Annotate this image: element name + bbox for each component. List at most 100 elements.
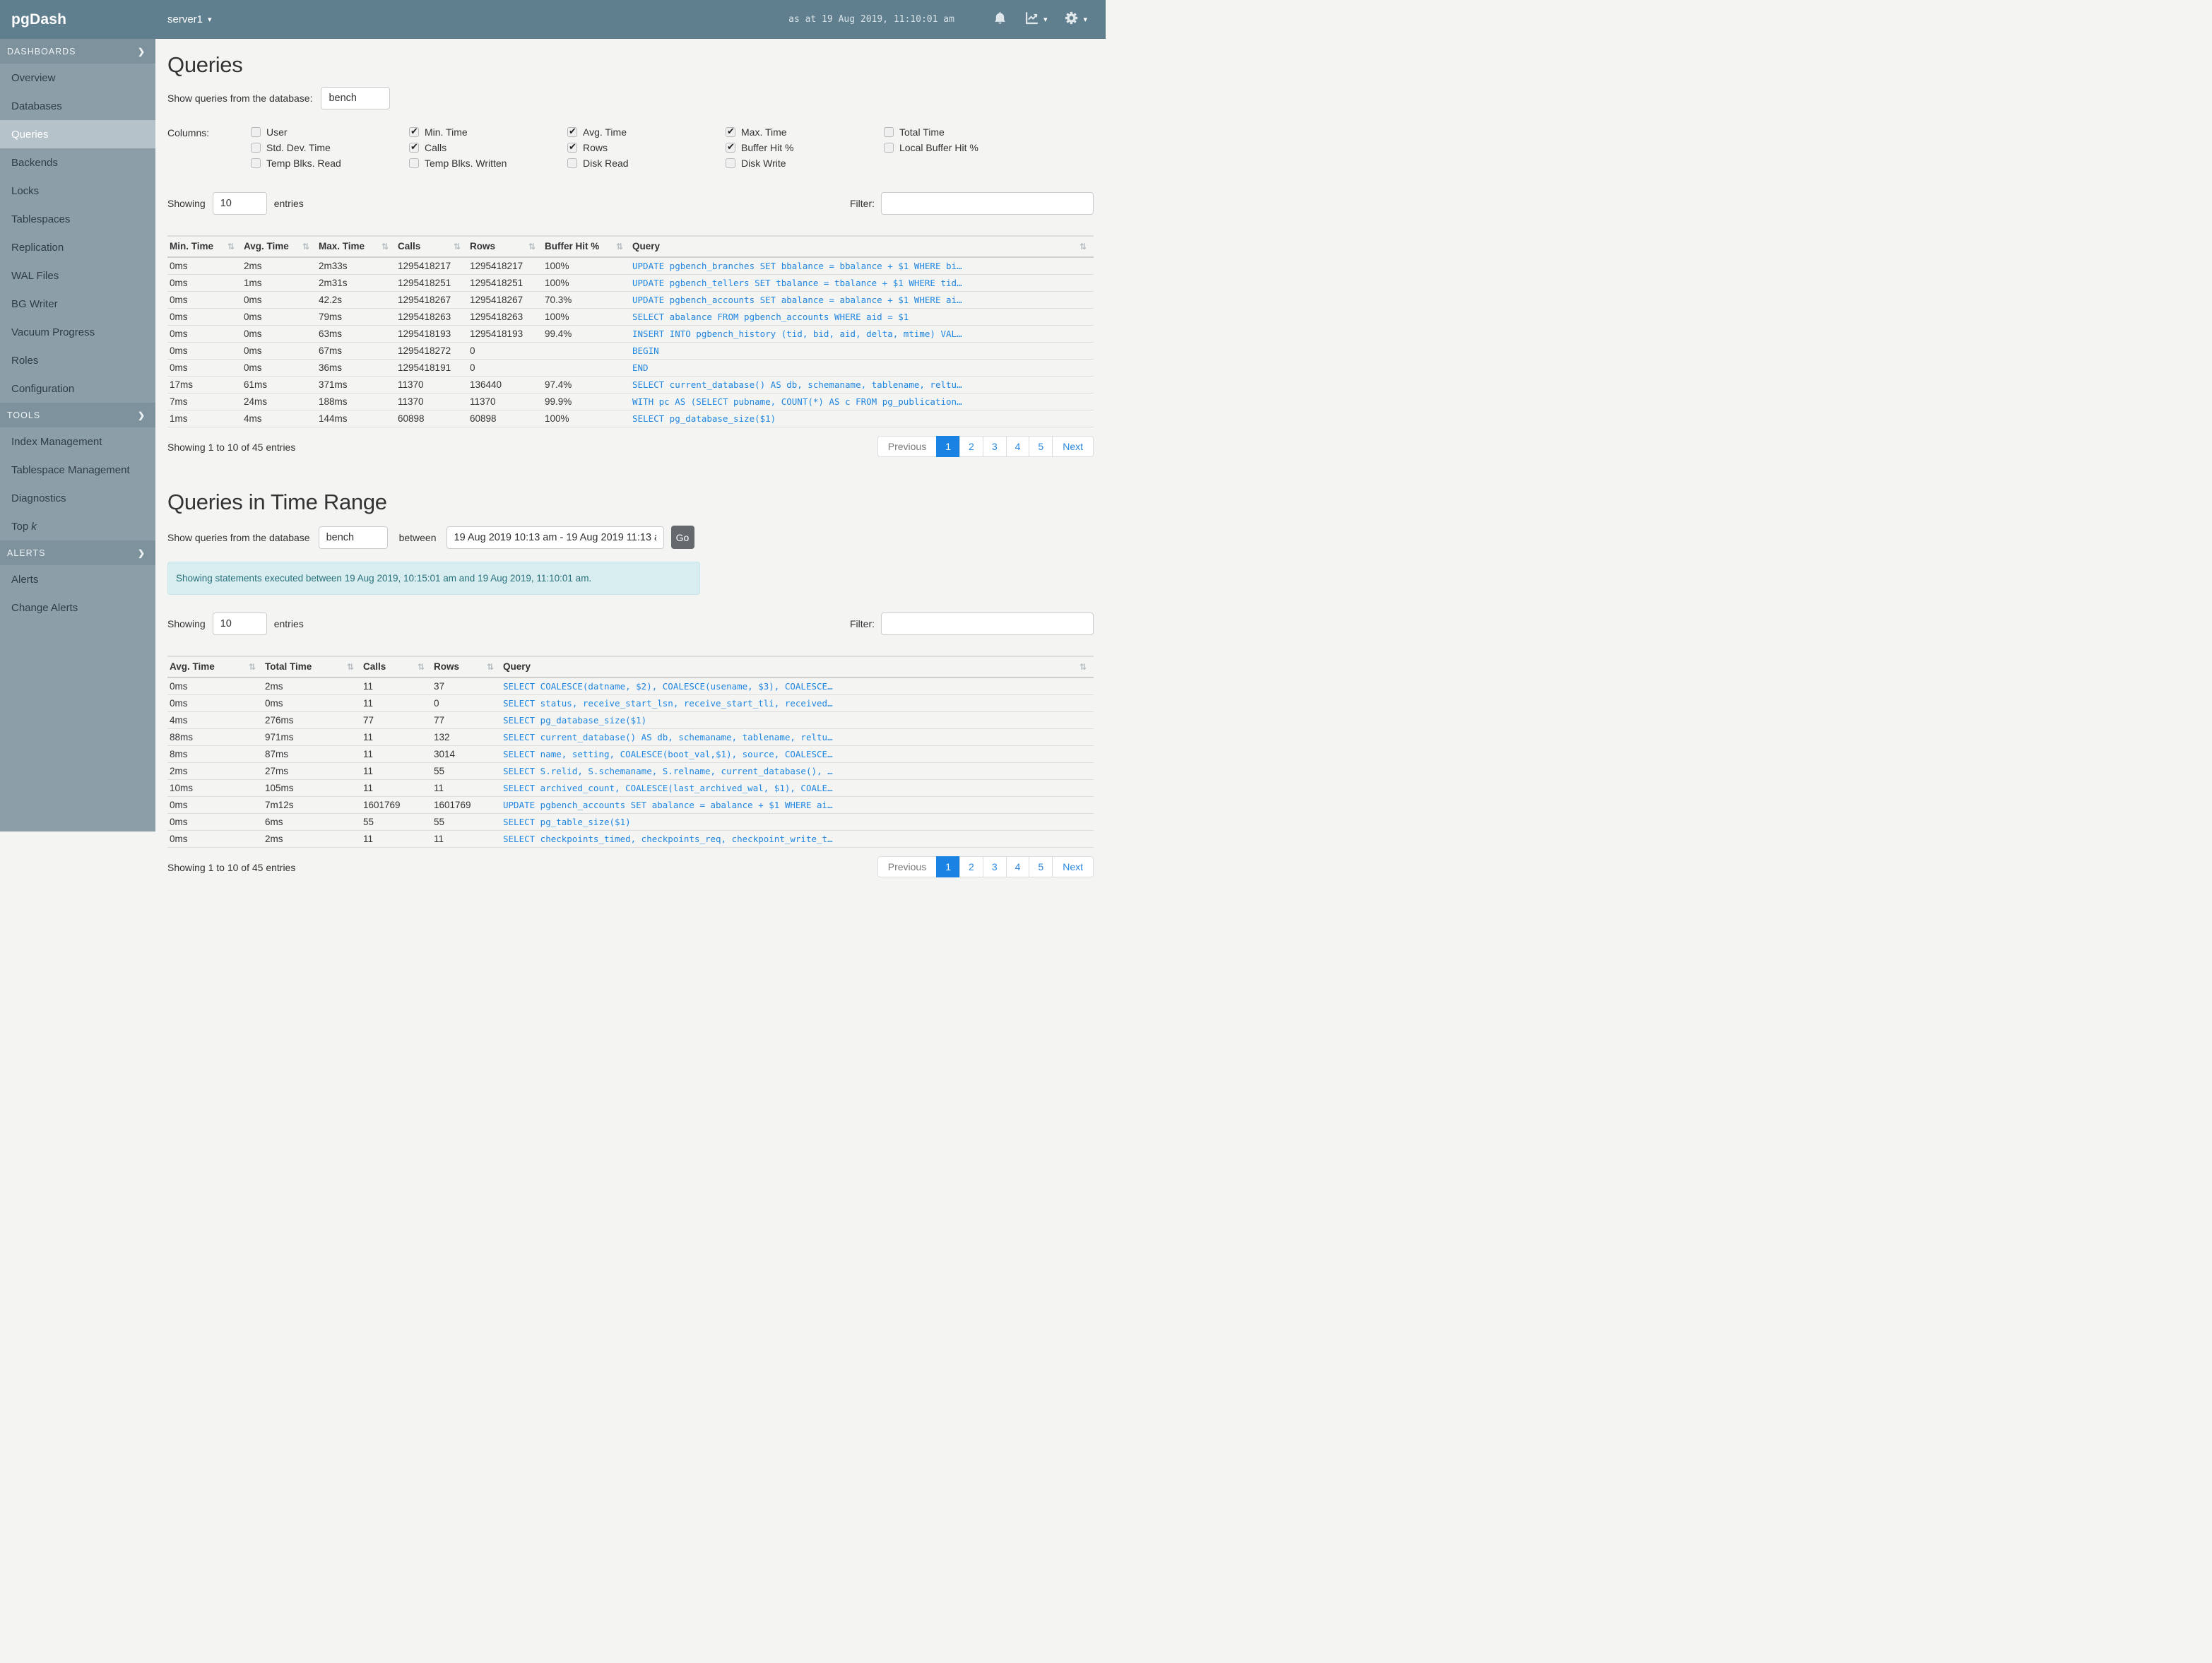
column-checkbox-total-time[interactable]: Total Time <box>884 126 1042 138</box>
filter-input[interactable] <box>881 192 1094 215</box>
checkbox-avg-time[interactable] <box>567 126 577 137</box>
query-link[interactable]: SELECT pg_database_size($1) <box>503 715 646 726</box>
sidebar-item-queries[interactable]: Queries <box>0 120 155 148</box>
query-link[interactable]: INSERT INTO pgbench_history (tid, bid, a… <box>632 329 962 339</box>
checkbox-local-buffer-hit[interactable] <box>884 142 894 153</box>
column-header-calls[interactable]: Calls ⇅ <box>361 656 432 678</box>
server-selector[interactable]: server1 ▾ <box>167 13 212 25</box>
sidebar-item-configuration[interactable]: Configuration <box>0 374 155 403</box>
query-link[interactable]: UPDATE pgbench_accounts SET abalance = a… <box>632 295 962 305</box>
sidebar-item-backends[interactable]: Backends <box>0 148 155 177</box>
column-checkbox-max-time[interactable]: Max. Time <box>726 126 884 138</box>
column-header-min-time[interactable]: Min. Time ⇅ <box>167 235 242 258</box>
query-link[interactable]: UPDATE pgbench_tellers SET tbalance = tb… <box>632 278 962 288</box>
checkbox-user[interactable] <box>251 126 261 137</box>
sidebar-item-databases[interactable]: Databases <box>0 92 155 120</box>
sidebar-item-vacuum-progress[interactable]: Vacuum Progress <box>0 318 155 346</box>
column-checkbox-temp-blks-read[interactable]: Temp Blks. Read <box>251 158 409 169</box>
app-logo[interactable]: pgDash <box>0 11 155 28</box>
sidebar-item-wal-files[interactable]: WAL Files <box>0 261 155 290</box>
pagination-page-2[interactable]: 2 <box>959 436 983 457</box>
query-link[interactable]: END <box>632 362 649 373</box>
pagination-next[interactable]: Next <box>1052 436 1094 457</box>
sidebar-section-alerts[interactable]: ALERTS ❯ <box>0 540 155 565</box>
checkbox-temp-blks-read[interactable] <box>251 158 261 168</box>
column-header-total-time[interactable]: Total Time ⇅ <box>263 656 361 678</box>
column-checkbox-min-time[interactable]: Min. Time <box>409 126 567 138</box>
column-checkbox-calls[interactable]: Calls <box>409 141 567 153</box>
sidebar-item-alerts[interactable]: Alerts <box>0 565 155 593</box>
sidebar-item-overview[interactable]: Overview <box>0 64 155 92</box>
column-header-avg-time[interactable]: Avg. Time ⇅ <box>242 235 317 258</box>
sidebar-item-diagnostics[interactable]: Diagnostics <box>0 484 155 512</box>
pagination-next[interactable]: Next <box>1052 856 1094 877</box>
pagination-page-4[interactable]: 4 <box>1005 436 1030 457</box>
query-link[interactable]: SELECT pg_table_size($1) <box>503 817 631 827</box>
column-header-calls[interactable]: Calls ⇅ <box>396 235 468 258</box>
query-link[interactable]: UPDATE pgbench_branches SET bbalance = b… <box>632 261 962 271</box>
sidebar-section-tools[interactable]: TOOLS ❯ <box>0 403 155 427</box>
time-range-input[interactable] <box>446 526 664 549</box>
column-checkbox-std-dev-time[interactable]: Std. Dev. Time <box>251 142 409 153</box>
sidebar-item-top-k[interactable]: Top k <box>0 512 155 540</box>
column-checkbox-local-buffer-hit[interactable]: Local Buffer Hit % <box>884 142 1042 153</box>
sidebar-item-locks[interactable]: Locks <box>0 177 155 205</box>
sidebar-item-tablespaces[interactable]: Tablespaces <box>0 205 155 233</box>
pagination-page-3[interactable]: 3 <box>982 436 1007 457</box>
checkbox-min-time[interactable] <box>409 126 419 137</box>
query-link[interactable]: SELECT current_database() AS db, scheman… <box>632 379 962 390</box>
checkbox-calls[interactable] <box>409 141 419 153</box>
checkbox-total-time[interactable] <box>884 126 894 137</box>
column-header-rows[interactable]: Rows ⇅ <box>468 235 543 258</box>
settings-menu[interactable]: ▾ <box>1064 11 1087 29</box>
filter-input-2[interactable] <box>881 612 1094 635</box>
column-header-rows[interactable]: Rows ⇅ <box>432 656 501 678</box>
pagination-page-5[interactable]: 5 <box>1029 856 1053 877</box>
checkbox-disk-read[interactable] <box>567 158 577 168</box>
checkbox-std-dev-time[interactable] <box>251 142 261 153</box>
charts-menu[interactable]: ▾ <box>1024 11 1047 29</box>
database-input[interactable] <box>321 87 391 110</box>
checkbox-disk-write[interactable] <box>726 158 735 168</box>
pagination-page-4[interactable]: 4 <box>1005 856 1030 877</box>
query-link[interactable]: SELECT pg_database_size($1) <box>632 413 776 424</box>
column-checkbox-rows[interactable]: Rows <box>567 141 726 153</box>
page-size-input-2[interactable] <box>212 612 267 635</box>
query-link[interactable]: UPDATE pgbench_accounts SET abalance = a… <box>503 800 833 810</box>
column-checkbox-temp-blks-written[interactable]: Temp Blks. Written <box>409 158 567 169</box>
column-header-query[interactable]: Query ⇅ <box>630 235 1094 258</box>
notifications-button[interactable] <box>993 11 1007 29</box>
pagination-previous[interactable]: Previous <box>877 856 938 877</box>
checkbox-rows[interactable] <box>567 141 577 153</box>
column-checkbox-buffer-hit[interactable]: Buffer Hit % <box>726 141 884 153</box>
database-input-2[interactable] <box>318 526 388 549</box>
pagination-previous[interactable]: Previous <box>877 436 938 457</box>
pagination-page-2[interactable]: 2 <box>959 856 983 877</box>
query-link[interactable]: WITH pc AS (SELECT pubname, COUNT(*) AS … <box>632 396 962 407</box>
sidebar-item-replication[interactable]: Replication <box>0 233 155 261</box>
column-checkbox-disk-write[interactable]: Disk Write <box>726 158 884 169</box>
query-link[interactable]: SELECT S.relid, S.schemaname, S.relname,… <box>503 766 833 776</box>
query-link[interactable]: SELECT current_database() AS db, scheman… <box>503 732 833 742</box>
column-header-avg-time[interactable]: Avg. Time ⇅ <box>167 656 263 678</box>
query-link[interactable]: SELECT name, setting, COALESCE(boot_val,… <box>503 749 833 759</box>
query-link[interactable]: SELECT archived_count, COALESCE(last_arc… <box>503 783 833 793</box>
column-checkbox-avg-time[interactable]: Avg. Time <box>567 126 726 138</box>
column-header-buffer-hit[interactable]: Buffer Hit % ⇅ <box>543 235 630 258</box>
sidebar-item-index-management[interactable]: Index Management <box>0 427 155 456</box>
pagination-page-1[interactable]: 1 <box>936 436 961 457</box>
sidebar-item-tablespace-management[interactable]: Tablespace Management <box>0 456 155 484</box>
go-button[interactable]: Go <box>670 526 694 549</box>
pagination-page-5[interactable]: 5 <box>1029 436 1053 457</box>
sidebar-item-bg-writer[interactable]: BG Writer <box>0 290 155 318</box>
query-link[interactable]: SELECT checkpoints_timed, checkpoints_re… <box>503 834 833 844</box>
column-header-query[interactable]: Query ⇅ <box>501 656 1094 678</box>
column-checkbox-user[interactable]: User <box>251 126 409 138</box>
checkbox-buffer-hit[interactable] <box>726 141 735 153</box>
pagination-page-1[interactable]: 1 <box>936 856 961 877</box>
sidebar-item-change-alerts[interactable]: Change Alerts <box>0 593 155 622</box>
column-checkbox-disk-read[interactable]: Disk Read <box>567 158 726 169</box>
checkbox-temp-blks-written[interactable] <box>409 158 419 168</box>
sidebar-item-roles[interactable]: Roles <box>0 346 155 374</box>
page-size-input[interactable] <box>212 192 267 215</box>
